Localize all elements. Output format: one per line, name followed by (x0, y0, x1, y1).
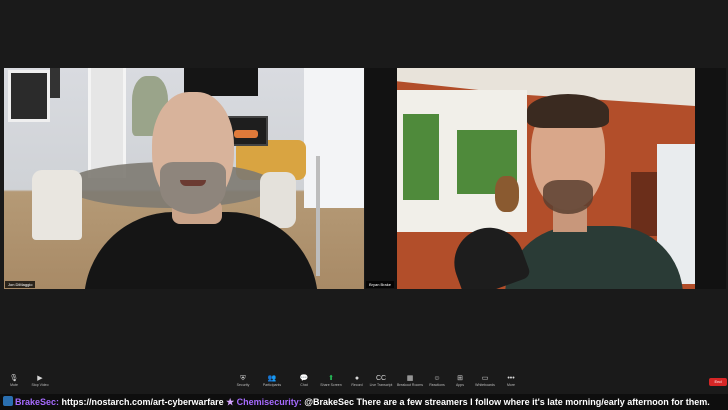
shield-icon: ⛨ (240, 375, 246, 382)
mute-label: Mute (10, 383, 18, 387)
microphone-icon: 🎙 (9, 375, 19, 382)
breakout-rooms-icon: ▦ (406, 375, 414, 382)
more-label: More (507, 383, 515, 387)
share-screen-label: Share Screen (320, 383, 342, 387)
apps-icon: ⊞ (457, 375, 463, 382)
fire (234, 130, 258, 138)
participant-beard (543, 180, 593, 214)
chair-left (32, 170, 82, 240)
chat-username: Chemisecurity: (236, 397, 302, 407)
chat-username: BrakeSec: (15, 397, 60, 407)
apps-button[interactable]: ⊞ Apps (446, 375, 474, 387)
floor-lamp (316, 156, 320, 276)
breakout-rooms-label: Breakout Rooms (396, 383, 424, 387)
stop-video-button[interactable]: ▶ Stop Video (26, 375, 54, 387)
chat-button[interactable]: 💬 Chat (290, 375, 318, 387)
share-screen-icon: ⬆ (328, 375, 334, 382)
star-icon: ★ (226, 397, 235, 407)
chat-message: https://nostarch.com/art-cyberwarfare (59, 397, 227, 407)
whiteboards-button[interactable]: ▭ Whiteboards (471, 375, 499, 387)
wall-decor (50, 68, 60, 98)
record-icon: ● (354, 375, 360, 382)
participant-name-tag: Bryan Brake (366, 281, 395, 288)
participants-icon: 👥 (267, 375, 277, 382)
chat-user-icon (3, 396, 13, 406)
wall-picture (8, 70, 50, 122)
participants-label: Participants (262, 383, 282, 387)
meeting-toolbar: 🎙 Mute ▶ Stop Video ⛨ Security 👥 Partici… (0, 372, 728, 392)
more-button[interactable]: ••• More (497, 375, 525, 387)
mute-button[interactable]: 🎙 Mute (0, 375, 28, 387)
transcript-icon: CC (376, 375, 387, 382)
participant-name-tag: Jon DiMaggio (5, 281, 36, 288)
reactions-icon: ☺ (433, 375, 441, 382)
chat-ticker: BrakeSec: https://nostarch.com/art-cyber… (0, 394, 728, 410)
chat-message: @BrakeSec There are a few streamers I fo… (301, 397, 710, 407)
window-pane (403, 114, 439, 200)
live-transcript-label: Live Transcript (369, 383, 393, 387)
shelf (631, 172, 657, 236)
chat-label: Chat (300, 383, 308, 387)
end-meeting-button[interactable]: End (709, 378, 727, 386)
participant-mouth (180, 180, 206, 186)
whiteboard-icon: ▭ (481, 375, 489, 382)
doorway (88, 68, 126, 178)
chat-icon: 💬 (299, 375, 309, 382)
participant-beard (160, 162, 226, 214)
video-tile-jon[interactable]: Jon DiMaggio (4, 68, 364, 289)
security-label: Security (236, 383, 250, 387)
participant-hair (527, 94, 609, 128)
apps-label: Apps (456, 383, 464, 387)
share-screen-button[interactable]: ⬆ Share Screen (317, 375, 345, 387)
camera-icon: ▶ (37, 375, 43, 382)
stop-video-label: Stop Video (31, 383, 49, 387)
more-icon: ••• (507, 375, 515, 382)
window (304, 68, 364, 208)
security-button[interactable]: ⛨ Security (229, 375, 257, 387)
participants-button[interactable]: 👥 Participants (258, 375, 286, 387)
video-tile-bryan[interactable]: Bryan Brake (365, 68, 726, 289)
live-transcript-button[interactable]: CC Live Transcript (367, 375, 395, 387)
stuffed-toy (495, 176, 519, 212)
whiteboards-label: Whiteboards (475, 383, 495, 387)
breakout-rooms-button[interactable]: ▦ Breakout Rooms (396, 375, 424, 387)
